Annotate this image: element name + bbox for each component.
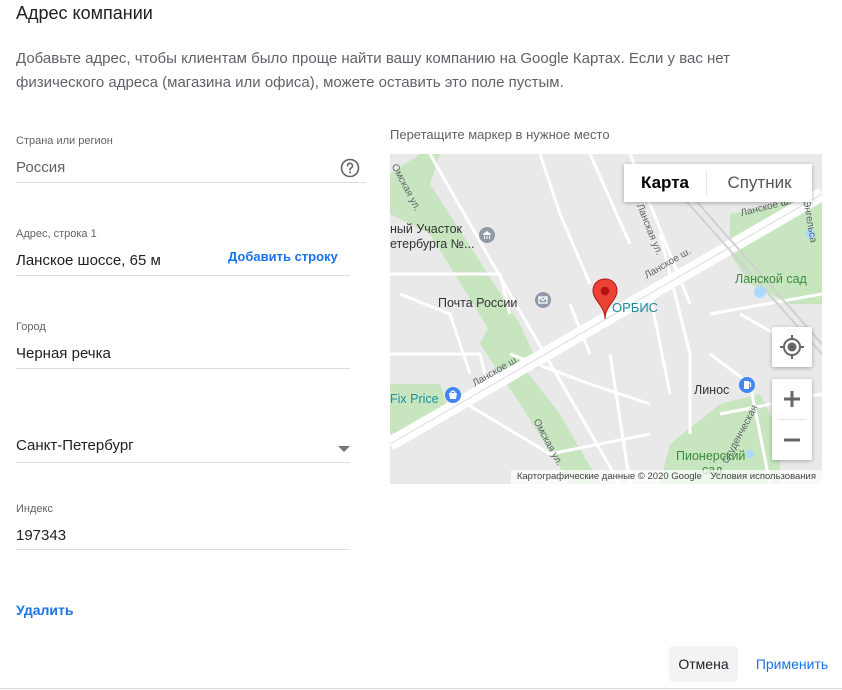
dropdown-arrow-icon[interactable]	[338, 446, 350, 452]
dialog-description: Добавьте адрес, чтобы клиентам было прощ…	[16, 50, 731, 91]
country-select[interactable]: Россия	[16, 159, 65, 176]
map-attribution-data: Картографические данные © 2020 Google	[516, 471, 702, 482]
postal-label: Индекс	[16, 503, 53, 515]
map-terms-link[interactable]: Условия использования	[711, 471, 816, 482]
cancel-button[interactable]: Отмена	[669, 646, 738, 682]
city-input[interactable]: Черная речка	[16, 345, 111, 362]
address1-input[interactable]: Ланское шоссе, 65 м	[16, 252, 161, 269]
shop-pin-icon	[445, 387, 461, 403]
postal-input[interactable]: 197343	[16, 527, 66, 544]
address1-underline	[16, 275, 350, 276]
region-select[interactable]: Санкт-Петербург	[16, 437, 134, 454]
map-type-map-button[interactable]: Карта	[624, 164, 706, 202]
map-label-post: Почта России	[438, 296, 518, 310]
footer-divider	[0, 688, 842, 689]
police-pin-icon	[479, 227, 495, 243]
map-label-orbis: ОРБИС	[612, 300, 659, 315]
map-label-police-2: етербурга №...	[390, 237, 475, 251]
zoom-control	[772, 379, 812, 460]
my-location-button[interactable]	[772, 327, 812, 367]
map-type-toggle: Карта Спутник	[624, 164, 812, 202]
map-marker-icon[interactable]	[592, 278, 618, 320]
remove-button[interactable]: Удалить	[16, 602, 73, 618]
postal-underline	[16, 549, 350, 550]
region-underline	[16, 462, 350, 463]
gas-station-pin-icon	[739, 377, 755, 393]
dialog-title: Адрес компании	[16, 3, 153, 23]
apply-button[interactable]: Применить	[746, 646, 838, 682]
zoom-in-icon[interactable]	[772, 379, 812, 419]
add-line-button[interactable]: Добавить строку	[228, 249, 338, 264]
map-canvas[interactable]: ный Участок етербурга №... Почта России …	[390, 154, 822, 484]
zoom-out-icon[interactable]	[772, 420, 812, 460]
city-underline	[16, 368, 350, 369]
map-attribution: Картографические данные © 2020 Google Ус…	[510, 470, 822, 484]
map-label-lansky-garden: Ланской сад	[735, 272, 807, 286]
country-underline	[16, 182, 366, 183]
crosshair-icon	[780, 335, 804, 359]
map-label-linos: Линос	[694, 383, 730, 397]
map-type-satellite-button[interactable]: Спутник	[707, 164, 812, 202]
address1-label: Адрес, строка 1	[16, 228, 97, 240]
country-label: Страна или регион	[16, 135, 113, 147]
map-label-police-1: ный Участок	[390, 222, 463, 236]
map-instruction: Перетащите маркер в нужное место	[390, 127, 610, 142]
city-label: Город	[16, 321, 46, 333]
map-label-fixprice: Fix Price	[390, 392, 439, 406]
help-icon[interactable]	[340, 158, 360, 178]
post-pin-icon	[535, 292, 551, 308]
